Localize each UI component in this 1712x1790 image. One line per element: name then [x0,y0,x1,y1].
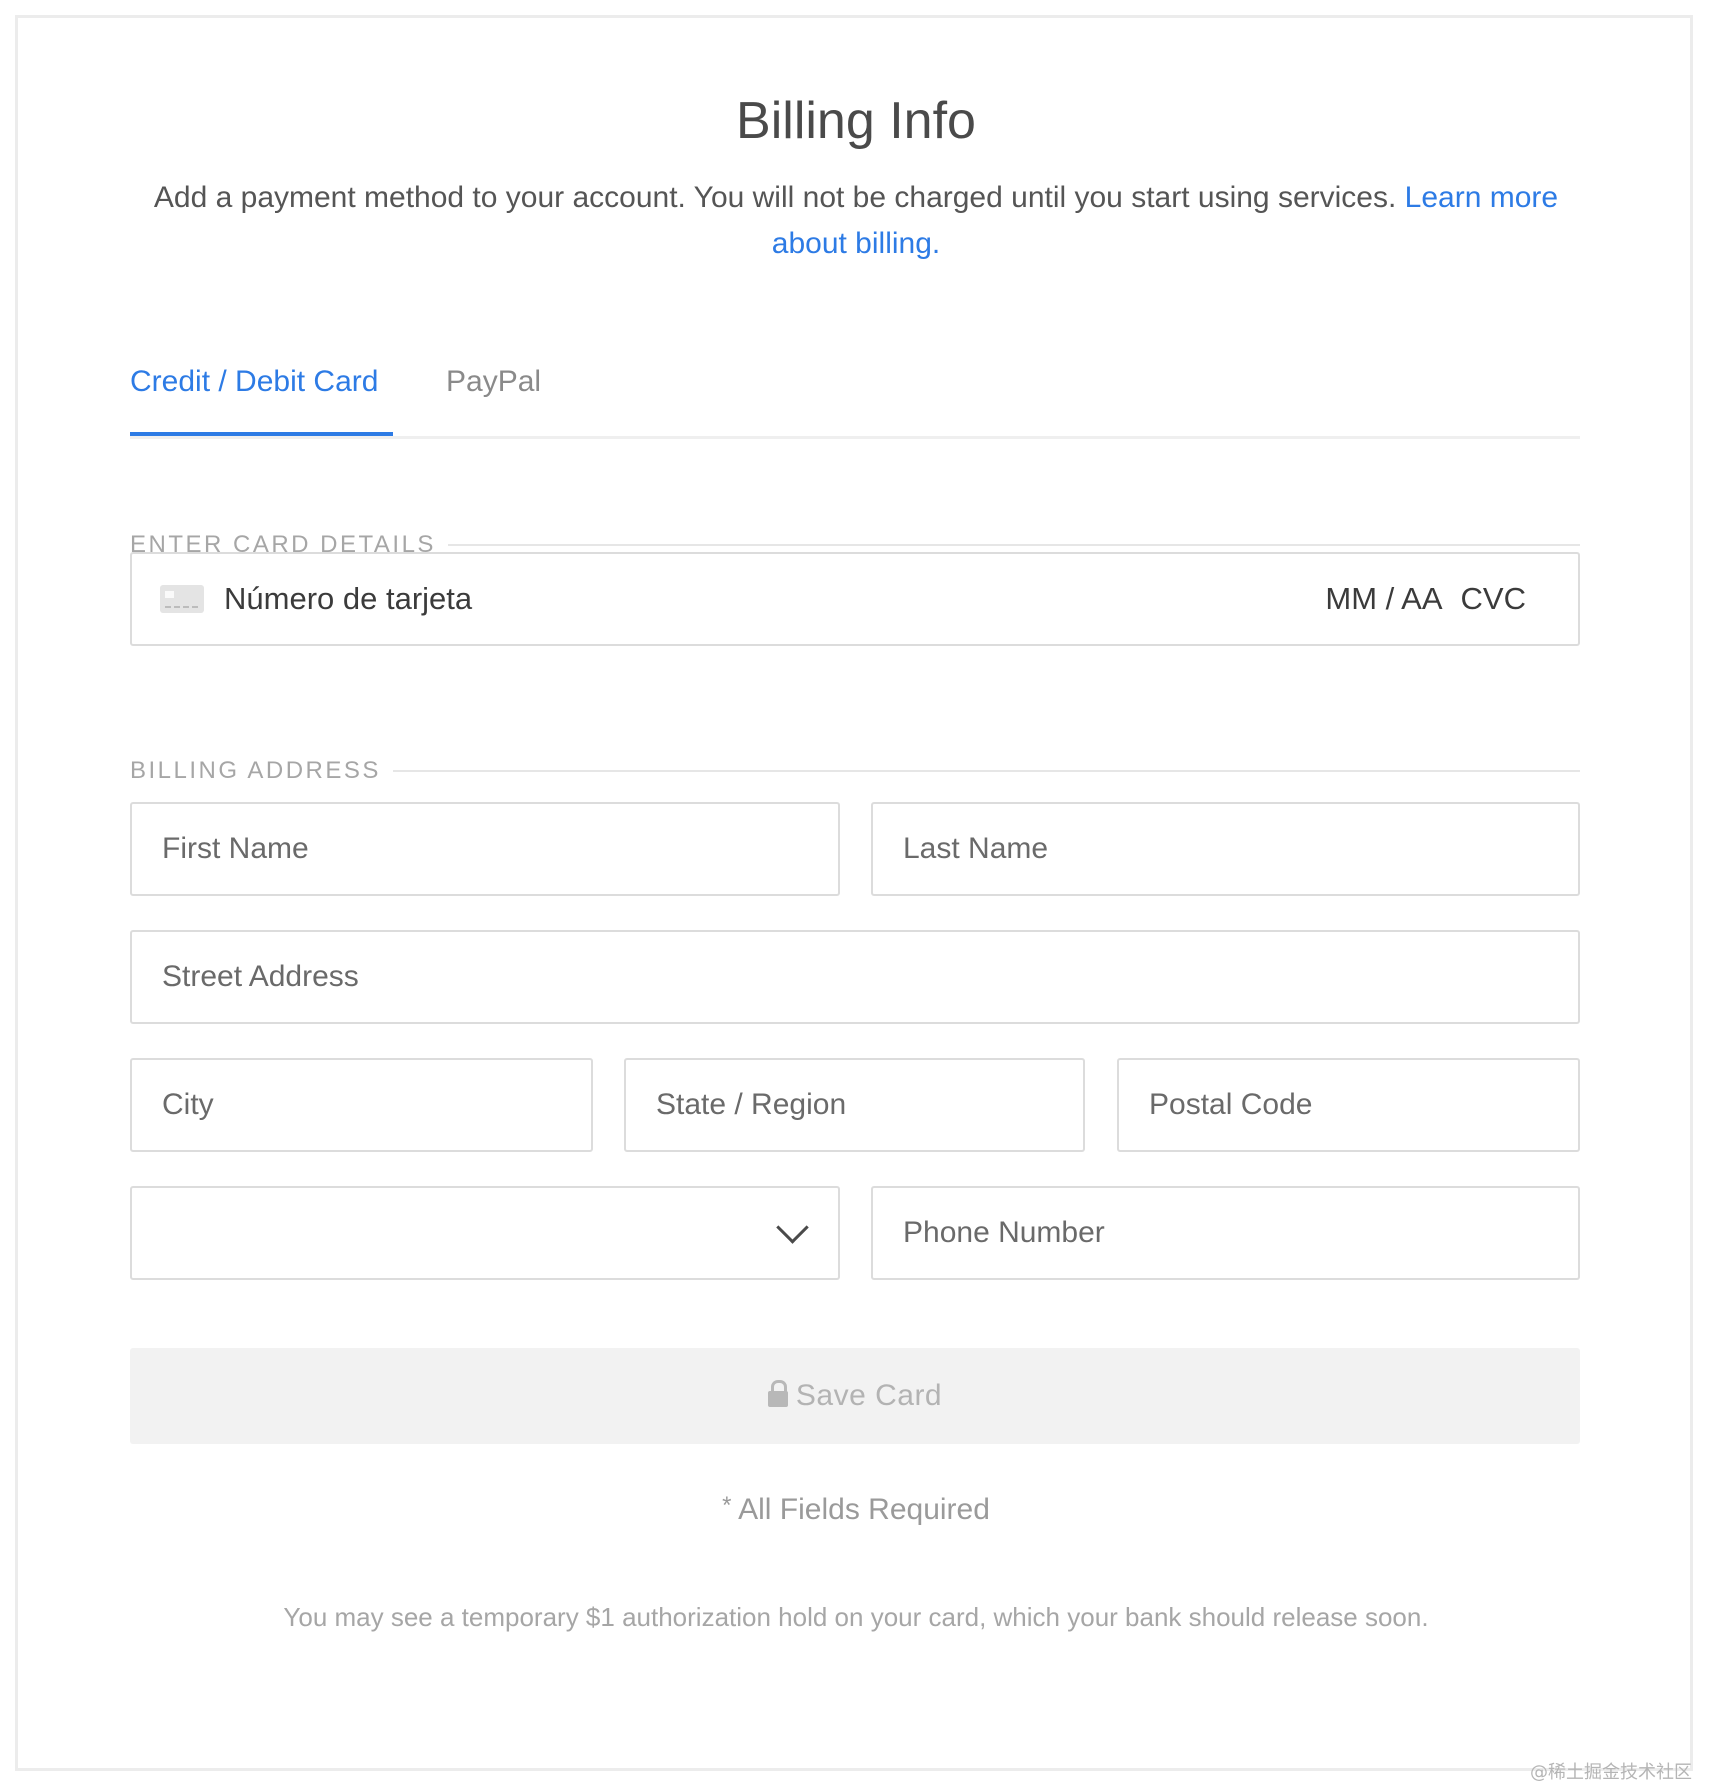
card-expiry-field[interactable]: MM / AA [1325,581,1442,617]
lock-icon [767,1380,788,1407]
tab-credit-debit-card[interactable]: Credit / Debit Card [130,360,393,436]
billing-address-section-label: BILLING ADDRESS [130,756,1580,786]
section-divider [392,770,1580,772]
card-cvc-field[interactable]: CVC [1461,581,1526,617]
postal-code-input[interactable] [1147,1059,1578,1151]
city-field[interactable] [130,1058,593,1152]
credit-card-icon [160,585,204,613]
phone-number-field[interactable] [871,1186,1580,1280]
authorization-hold-note: You may see a temporary $1 authorization… [283,1602,1429,1632]
card-input[interactable]: Número de tarjeta MM / AA CVC [130,552,1580,646]
billing-address-heading: BILLING ADDRESS [130,757,381,784]
last-name-input[interactable] [901,803,1578,895]
first-name-input[interactable] [160,803,838,895]
state-region-input[interactable] [654,1059,1083,1151]
chevron-down-icon [776,1210,809,1244]
card-number-field[interactable]: Número de tarjeta [224,581,1325,617]
subtitle-text: Add a payment method to your account. Yo… [153,181,1397,214]
save-card-button[interactable]: Save Card [130,1348,1580,1444]
section-divider [447,544,1580,546]
country-select[interactable] [130,1186,840,1280]
watermark: @稀土掘金技术社区 [1530,1762,1692,1783]
state-region-field[interactable] [624,1058,1085,1152]
payment-method-tabs: Credit / Debit Card PayPal [130,360,1580,439]
tab-paypal[interactable]: PayPal [446,360,541,436]
required-star: * [722,1492,732,1519]
save-card-label: Save Card [795,1379,943,1412]
page-title: Billing Info [736,92,976,150]
last-name-field[interactable] [871,802,1580,896]
street-address-field[interactable] [130,930,1580,1024]
page-subtitle: Add a payment method to your account. Yo… [150,175,1562,267]
first-name-field[interactable] [130,802,840,896]
required-text: All Fields Required [738,1493,990,1526]
phone-number-input[interactable] [901,1187,1578,1279]
city-input[interactable] [160,1059,591,1151]
street-address-input[interactable] [160,931,1578,1023]
postal-code-field[interactable] [1117,1058,1580,1152]
required-fields-note: * All Fields Required [0,1492,1712,1527]
